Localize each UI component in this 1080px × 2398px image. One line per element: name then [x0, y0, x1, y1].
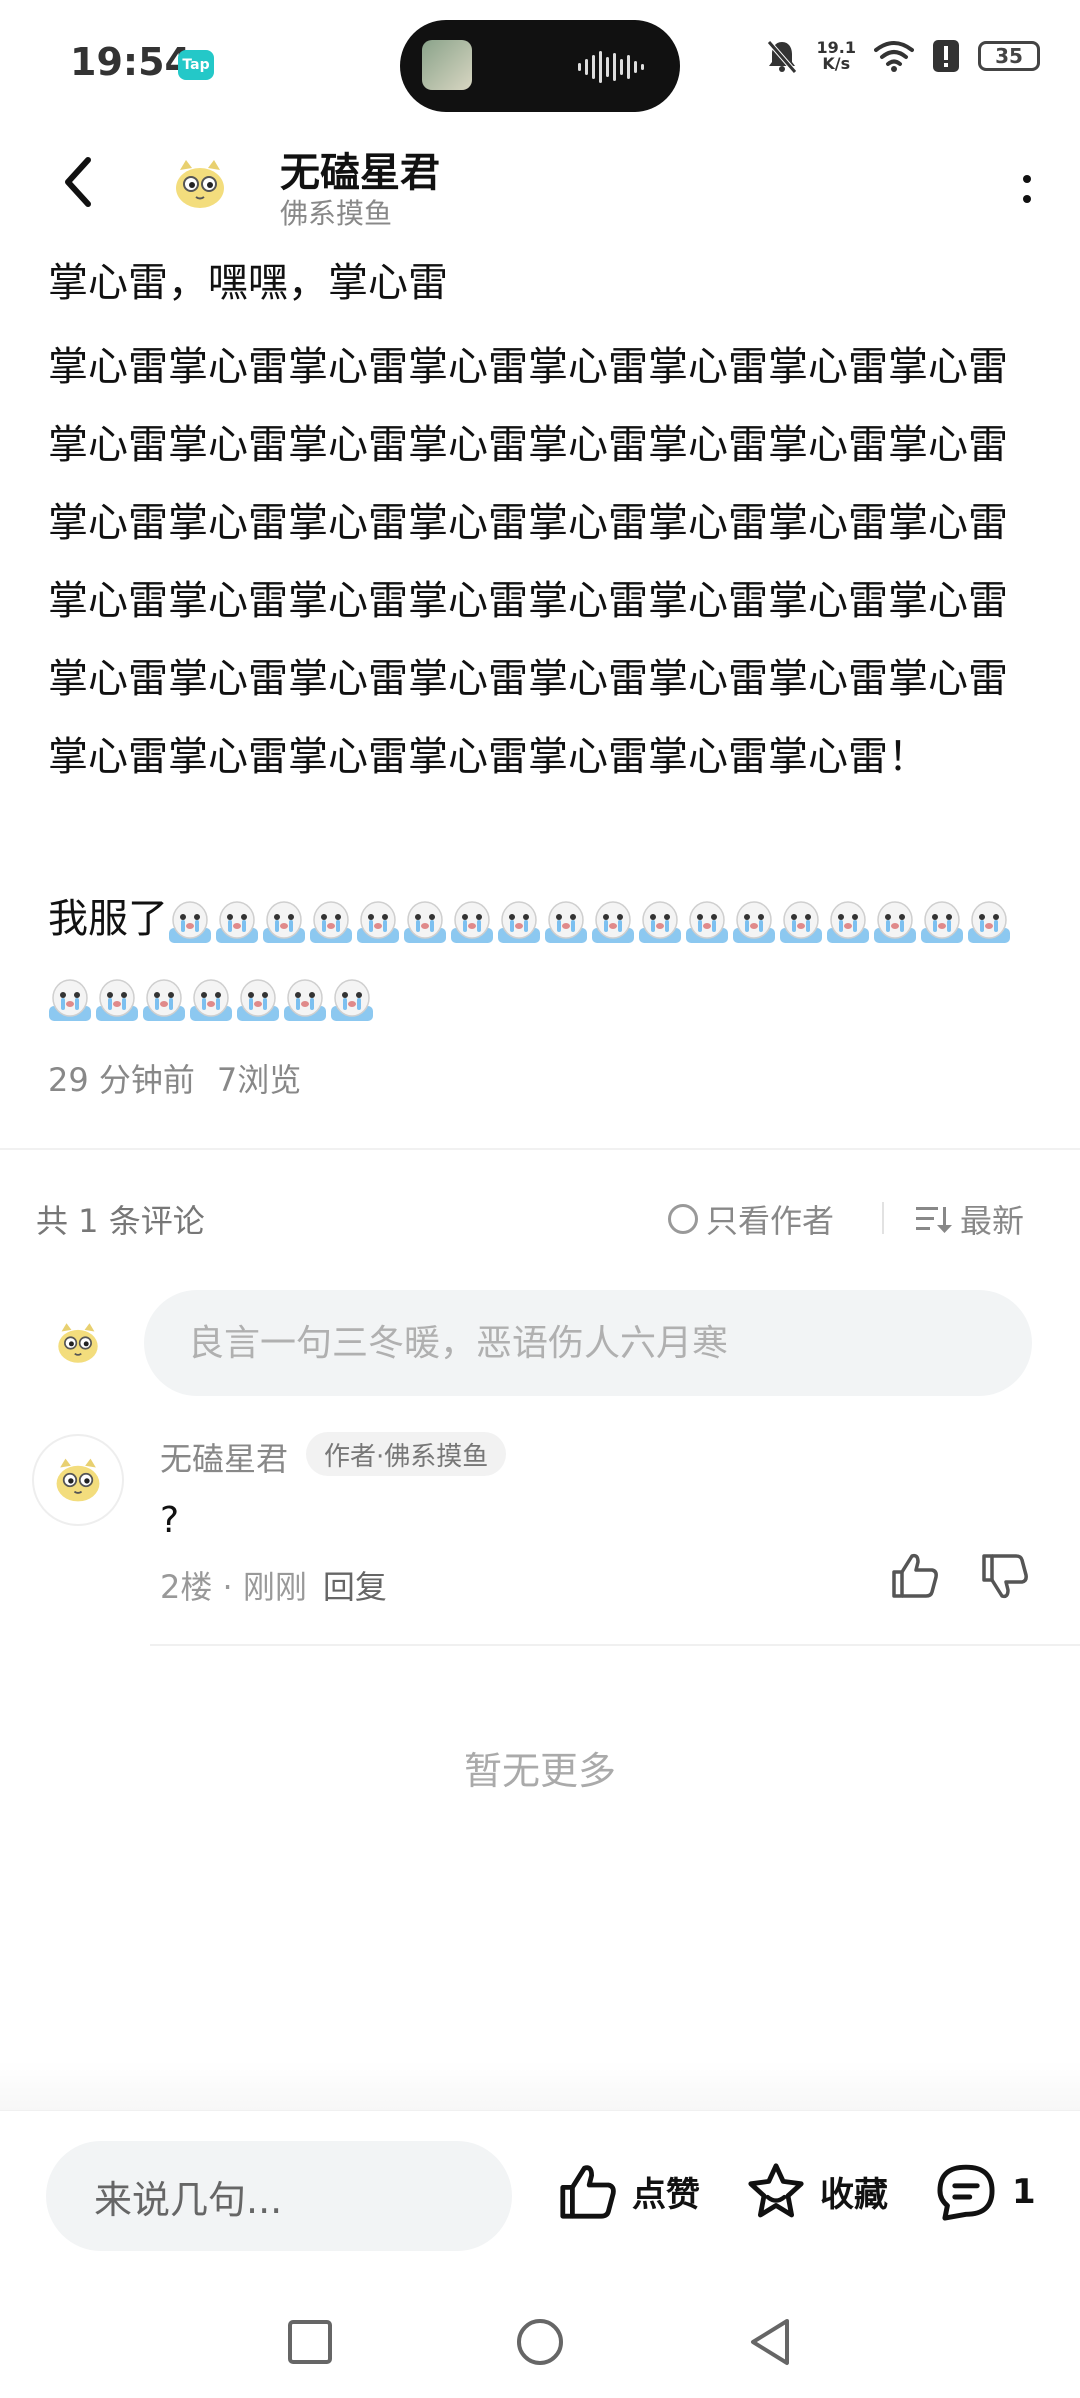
sort-icon	[916, 1207, 952, 1233]
crying-seal-emoji	[143, 979, 185, 1021]
crying-seal-emoji	[827, 901, 869, 943]
alert-icon	[933, 40, 959, 72]
commenter-name[interactable]: 无磕星君	[160, 1434, 288, 1480]
comment-button[interactable]: 1	[932, 2161, 1036, 2223]
square-icon	[288, 2320, 332, 2364]
favorite-label: 收藏	[820, 2174, 888, 2215]
crying-seal-emoji	[331, 979, 373, 1021]
comment-item: 无磕星君 作者·佛系摸鱼 ? 2楼 · 刚刚 回复	[0, 1430, 1080, 1650]
crying-seal-emoji	[639, 901, 681, 943]
crying-seal-emoji	[284, 979, 326, 1021]
commenter-avatar-image	[56, 1458, 100, 1502]
thumbs-up-icon[interactable]	[890, 1550, 940, 1600]
sort-label: 最新	[960, 1202, 1025, 1240]
recent-apps-button[interactable]	[280, 2312, 340, 2372]
chevron-left-icon	[65, 157, 91, 207]
crying-seal-emoji	[780, 901, 822, 943]
status-time: 19:54	[70, 40, 191, 84]
crying-seal-emoji	[216, 901, 258, 943]
crying-seal-emoji	[263, 901, 305, 943]
thumbs-up-icon	[560, 2165, 616, 2219]
comment-input[interactable]	[144, 1290, 1032, 1396]
crying-seal-emoji	[49, 979, 91, 1021]
no-more-indicator: 暂无更多	[463, 1749, 616, 1793]
mute-bell-icon	[766, 40, 797, 74]
post-meta: 29 分钟前 7浏览	[48, 1055, 323, 1101]
post-closing: 我服了	[48, 880, 1038, 1036]
toolbar-separator	[882, 1202, 884, 1234]
back-nav-button[interactable]	[740, 2312, 800, 2372]
author-badge: 作者·佛系摸鱼	[306, 1432, 507, 1476]
status-bar: 19:54 Tap 19.1 K/s 35	[0, 0, 1080, 130]
comments-toolbar: 共 1 条评论 只看作者 最新	[36, 1192, 1044, 1242]
post-header: 无磕星君 佛系摸鱼	[0, 130, 1080, 240]
system-nav-bar	[0, 2282, 1080, 2398]
crying-seal-emoji	[921, 901, 963, 943]
crying-seal-emoji	[404, 901, 446, 943]
crying-seal-emoji	[357, 901, 399, 943]
comment-meta: 2楼 · 刚刚 回复	[160, 1568, 387, 1606]
network-speed: 19.1 K/s	[816, 38, 856, 73]
commenter-avatar[interactable]	[32, 1434, 124, 1526]
post-body: 掌心雷掌心雷掌心雷掌心雷掌心雷掌心雷掌心雷掌心雷掌心雷掌心雷掌心雷掌心雷掌心雷掌…	[48, 344, 1008, 780]
more-dot-icon	[1023, 175, 1031, 183]
quick-comment-input[interactable]: 来说几句...	[46, 2141, 512, 2251]
triangle-back-icon	[751, 2319, 789, 2365]
circle-icon	[517, 2319, 563, 2365]
crying-seal-emoji	[96, 979, 138, 1021]
crying-seal-emoji	[451, 901, 493, 943]
crying-seal-emoji	[190, 979, 232, 1021]
crying-seal-emoji	[592, 901, 634, 943]
crying-seal-emoji	[686, 901, 728, 943]
post-views: 7浏览	[216, 1061, 302, 1099]
thumbs-down-icon[interactable]	[980, 1552, 1030, 1602]
more-options-button[interactable]	[1012, 164, 1042, 214]
like-button[interactable]: 点赞	[556, 2161, 700, 2221]
comment-floor: 2楼	[160, 1568, 213, 1606]
crying-seal-emoji	[169, 901, 211, 943]
comment-text: ?	[160, 1500, 180, 1541]
post-closing-text: 我服了	[48, 896, 168, 942]
crying-seal-emoji	[733, 901, 775, 943]
back-button[interactable]	[48, 152, 108, 212]
battery-indicator: 35	[978, 41, 1040, 71]
crying-seal-emoji	[545, 901, 587, 943]
crying-seal-emoji	[310, 901, 352, 943]
only-author-label: 只看作者	[706, 1202, 835, 1240]
dynamic-island[interactable]	[400, 20, 680, 112]
audio-wave-icon	[578, 51, 644, 83]
only-author-toggle[interactable]: 只看作者	[668, 1196, 834, 1242]
wifi-icon	[874, 41, 914, 72]
reply-button[interactable]: 回复	[323, 1568, 387, 1606]
crying-seal-emoji	[498, 901, 540, 943]
post-title: 掌心雷，嘿嘿，掌心雷	[48, 260, 448, 306]
star-icon	[748, 2163, 804, 2218]
home-button[interactable]	[510, 2312, 570, 2372]
comment-count-badge: 1	[1012, 2172, 1036, 2212]
crying-seal-emoji	[237, 979, 279, 1021]
author-avatar[interactable]	[172, 156, 228, 212]
user-avatar	[58, 1323, 98, 1363]
radio-circle-icon	[668, 1204, 698, 1234]
like-label: 点赞	[632, 2174, 700, 2215]
comment-count: 共 1 条评论	[36, 1202, 205, 1240]
media-thumbnail	[422, 40, 472, 90]
tap-app-icon: Tap	[178, 50, 214, 80]
section-divider	[0, 1148, 1080, 1150]
bottom-action-bar: 来说几句... 点赞 收藏 1	[0, 2110, 1080, 2281]
sort-latest-button[interactable]: 最新	[916, 1196, 1024, 1242]
comment-divider	[150, 1644, 1080, 1646]
bottom-shadow	[0, 2060, 1080, 2110]
post-time: 29 分钟前	[48, 1061, 195, 1099]
more-dot-icon	[1023, 195, 1031, 203]
comment-time: 刚刚	[242, 1568, 307, 1606]
favorite-button[interactable]: 收藏	[744, 2161, 888, 2221]
comment-input-row	[0, 1290, 1080, 1396]
comment-bubble-icon	[937, 2164, 995, 2221]
crying-seal-emoji	[874, 901, 916, 943]
author-name[interactable]: 无磕星君	[280, 140, 440, 198]
author-group[interactable]: 佛系摸鱼	[280, 192, 392, 232]
emoji-row	[48, 896, 1014, 1021]
crying-seal-emoji	[968, 901, 1010, 943]
